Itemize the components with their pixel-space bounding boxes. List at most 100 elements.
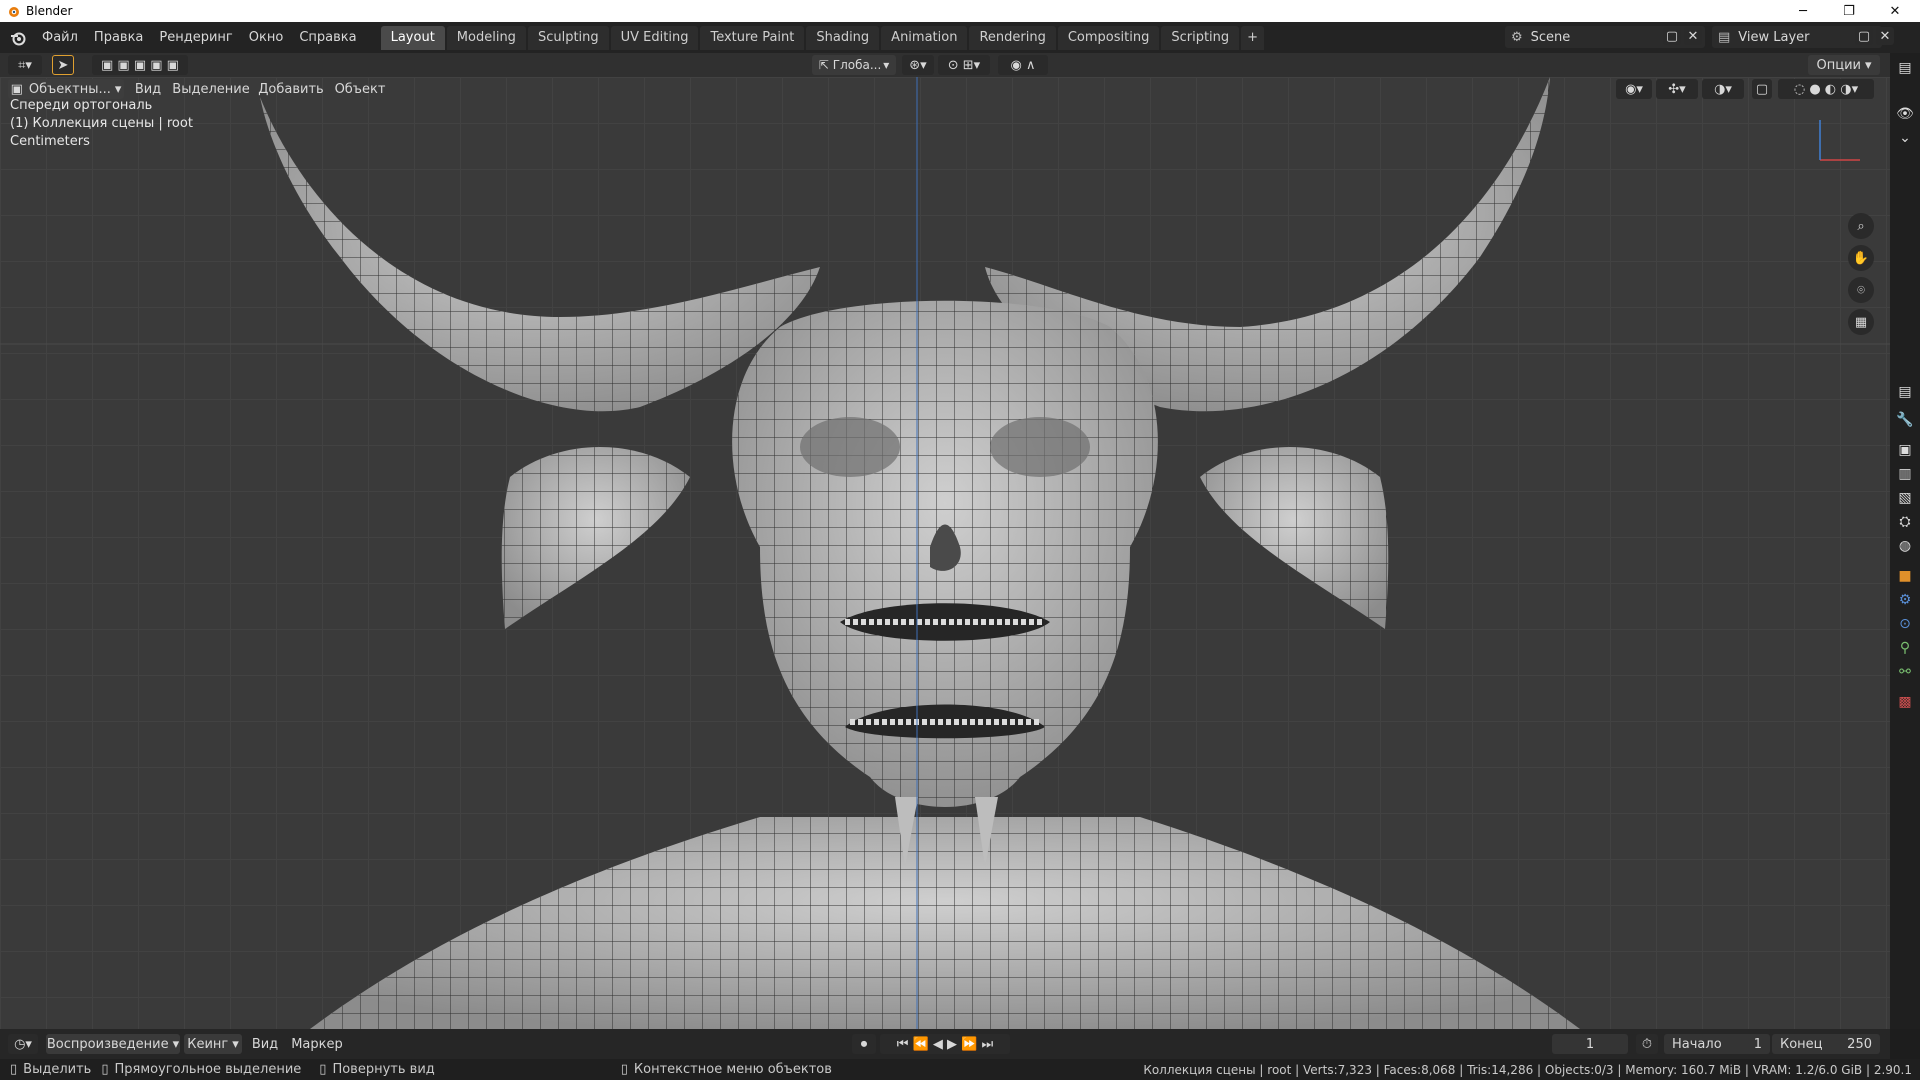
proportional-editing-icon[interactable]: ◉ ∧ [998, 55, 1048, 75]
tab-uv-editing[interactable]: UV Editing [610, 25, 699, 50]
current-frame-field[interactable]: 1 [1552, 1034, 1628, 1054]
delete-scene-icon[interactable]: ✕ [1684, 27, 1702, 45]
world-properties-icon[interactable]: ◍ [1896, 537, 1914, 555]
tab-rendering[interactable]: Rendering [969, 25, 1056, 50]
playback-dropdown[interactable]: Воспроизведение ▾ [46, 1034, 180, 1054]
tab-sculpting[interactable]: Sculpting [527, 25, 609, 50]
transform-orientation-dropdown[interactable]: ⇱ Глоба... ▾ [812, 55, 896, 75]
tool-header: ⌗▾ ➤ ▣ ▣ ▣ ▣ ▣ ⇱ Глоба... ▾ ⊛▾ ⊙ ⊞▾ ◉ ∧ … [0, 53, 1890, 77]
modifier-properties-icon[interactable]: ⚙ [1896, 591, 1914, 609]
properties-tabs-bar: ▤ 👁 ⌄ ▤ 🔧 ▣ ▥ ▧ ⛭ ◍ ■ ⚙ ⊙ ⚲ ⚯ ▩ [1890, 53, 1920, 1029]
add-workspace-button[interactable]: + [1241, 25, 1265, 50]
view-layer-properties-icon[interactable]: ▧ [1896, 489, 1914, 507]
view-name-label: Спереди ортогональ [10, 98, 153, 113]
maximize-button[interactable]: ❐ [1826, 0, 1872, 22]
blender-logo-icon [9, 7, 19, 17]
output-properties-icon[interactable]: ▥ [1896, 465, 1914, 483]
close-button[interactable]: ✕ [1872, 0, 1918, 22]
start-frame-field[interactable]: Начало 1 [1664, 1034, 1770, 1054]
select-mode-icons[interactable]: ▣ ▣ ▣ ▣ ▣ [92, 55, 188, 75]
viewport-menu-select[interactable]: Выделение [172, 79, 250, 99]
viewport-menu-add[interactable]: Добавить [258, 79, 324, 99]
timeline-menu-view[interactable]: Вид [248, 1034, 282, 1054]
new-view-layer-icon[interactable]: ▢ [1855, 27, 1873, 45]
new-scene-icon[interactable]: ▢ [1663, 27, 1681, 45]
tab-shading[interactable]: Shading [806, 25, 880, 50]
camera-view-icon[interactable]: ⌾ [1848, 277, 1874, 303]
object-mode-icon: ▣ [10, 81, 23, 97]
options-label: Опции [1816, 57, 1861, 73]
record-icon[interactable]: ⏺ [852, 1034, 876, 1054]
keying-dropdown[interactable]: Кеинг ▾ [184, 1034, 242, 1054]
pan-hand-icon[interactable]: ✋ [1848, 245, 1874, 271]
mouse-left-icon: ▯ [10, 1062, 18, 1077]
keying-label: Кеинг [187, 1036, 229, 1052]
demon-mesh-render [0, 77, 1890, 1029]
grid-view-icon[interactable]: ▦ [1848, 309, 1874, 335]
chevron-down-icon: ▾ [114, 81, 122, 97]
eye-icon[interactable]: 👁 [1896, 105, 1914, 123]
gizmo-toggle-icon[interactable]: ✣▾ [1656, 79, 1698, 99]
constraints-properties-icon[interactable]: ⚯ [1896, 663, 1914, 681]
outliner-icon[interactable]: ▤ [1896, 59, 1914, 77]
object-properties-icon[interactable]: ■ [1896, 567, 1914, 585]
xray-toggle-icon[interactable]: ▢ [1752, 79, 1772, 99]
playback-controls-icons[interactable]: ⏮ ⏪ ◀ ▶ ⏩ ⏭ [880, 1034, 1010, 1054]
tab-layout[interactable]: Layout [380, 25, 445, 50]
scene-properties-icon[interactable]: ⛭ [1896, 513, 1914, 531]
mouse-middle-icon: ▯ [319, 1062, 327, 1077]
menu-file[interactable]: Файл [34, 27, 86, 49]
menu-window[interactable]: Окно [241, 27, 292, 49]
select-tool-icon[interactable]: ➤ [52, 55, 74, 75]
tab-animation[interactable]: Animation [881, 25, 968, 50]
view-layer-icon: ▤ [1718, 29, 1731, 45]
mouse-drag-icon: ▯ [101, 1062, 109, 1077]
timeline-header: ◷▾ Воспроизведение ▾ Кеинг ▾ Вид Маркер … [0, 1029, 1890, 1059]
physics-properties-icon[interactable]: ⚲ [1896, 639, 1914, 657]
tab-texture-paint[interactable]: Texture Paint [700, 25, 805, 50]
render-properties-icon[interactable]: ▣ [1896, 441, 1914, 459]
chevron-down-icon: ▾ [172, 1036, 180, 1052]
options-dropdown[interactable]: Опции ▾ [1808, 55, 1880, 75]
orientation-label: Глоба... [832, 58, 882, 72]
minimize-button[interactable]: ─ [1780, 0, 1826, 22]
end-label: Конец [1780, 1036, 1823, 1052]
tab-compositing[interactable]: Compositing [1057, 25, 1160, 50]
tab-modeling[interactable]: Modeling [446, 25, 526, 50]
3d-viewport[interactable]: ▣ Объектны... ▾ Вид Выделение Добавить О… [0, 77, 1890, 1029]
menu-edit[interactable]: Правка [86, 27, 151, 49]
units-label: Centimeters [10, 134, 90, 149]
menu-help[interactable]: Справка [291, 27, 364, 49]
blender-menu-icon[interactable] [10, 30, 26, 46]
particles-properties-icon[interactable]: ⊙ [1896, 615, 1914, 633]
timeline-menu-marker[interactable]: Маркер [290, 1034, 344, 1054]
interaction-mode-label: Объектны... [28, 81, 111, 97]
scene-statistics: Коллекция сцены | root | Verts:7,323 | F… [1143, 1062, 1912, 1077]
timeline-editor-icon[interactable]: ◷▾ [8, 1034, 38, 1054]
overlays-toggle-icon[interactable]: ◑▾ [1702, 79, 1744, 99]
zoom-icon[interactable]: ⌕ [1848, 213, 1874, 239]
texture-properties-icon[interactable]: ▩ [1896, 693, 1914, 711]
status-select: Выделить [23, 1062, 92, 1077]
selectability-visibility-icon[interactable]: ◉▾ [1616, 79, 1652, 99]
collection-label: (1) Коллекция сцены | root [10, 116, 193, 131]
menu-render[interactable]: Рендеринг [151, 27, 240, 49]
end-frame-field[interactable]: Конец 250 [1772, 1034, 1880, 1054]
top-bar: Файл Правка Рендеринг Окно Справка Layou… [0, 22, 1920, 53]
editor-type-icon[interactable]: ⌗▾ [8, 55, 42, 75]
delete-view-layer-icon[interactable]: ✕ [1876, 27, 1894, 45]
pivot-point-icon[interactable]: ⊛▾ [902, 55, 934, 75]
snapping-icon[interactable]: ⊙ ⊞▾ [938, 55, 990, 75]
tab-scripting[interactable]: Scripting [1161, 25, 1240, 50]
chevron-down-icon: ▾ [232, 1036, 239, 1052]
interaction-mode-dropdown[interactable]: ▣ Объектны... ▾ [8, 79, 124, 99]
viewport-menu-object[interactable]: Объект [332, 79, 388, 99]
shading-mode-icons[interactable]: ◌ ● ◐ ◑▾ [1778, 79, 1874, 99]
stopwatch-icon[interactable]: ⏱ [1636, 1034, 1658, 1054]
viewport-menu-view[interactable]: Вид [132, 79, 164, 99]
properties-editor-icon[interactable]: ▤ [1896, 383, 1914, 401]
chevron-down-icon: ▾ [883, 58, 890, 72]
tool-settings-icon[interactable]: 🔧 [1896, 411, 1914, 429]
playback-label: Воспроизведение [46, 1036, 169, 1052]
chevron-down-icon[interactable]: ⌄ [1896, 129, 1914, 147]
